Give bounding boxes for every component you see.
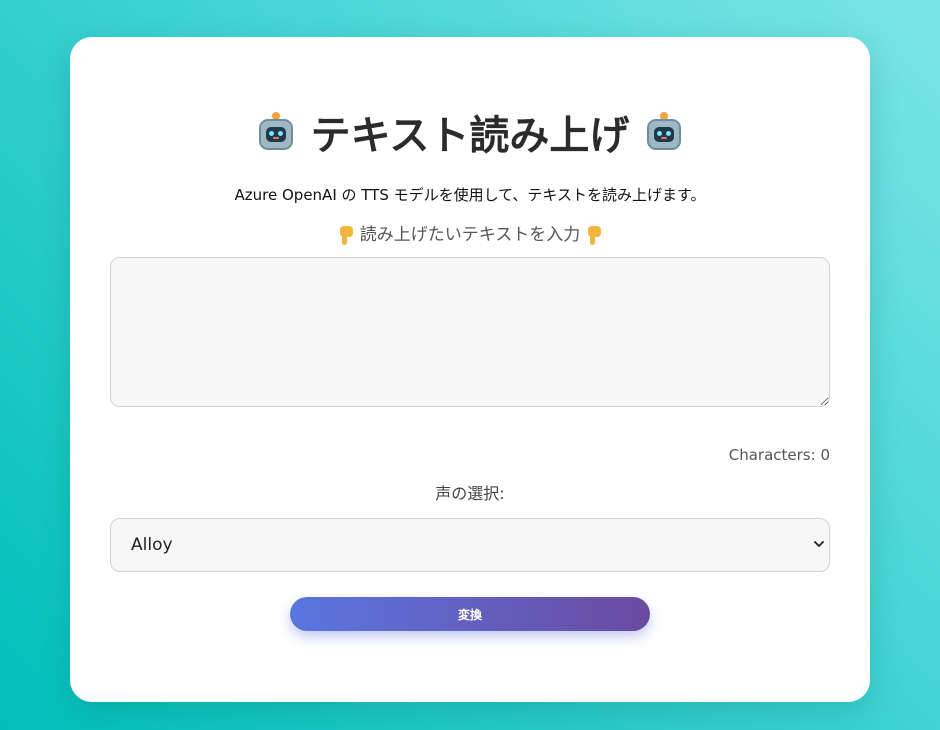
pointing-down-icon: [338, 225, 354, 245]
voice-select-wrapper: Alloy: [110, 518, 830, 572]
robot-icon: [645, 112, 683, 152]
main-card: テキスト読み上げ Azure OpenAI の TTS モデルを使用して、テキス…: [70, 37, 870, 702]
character-counter: Characters: 0: [728, 446, 830, 464]
description-text: Azure OpenAI の TTS モデルを使用して、テキストを読み上げます。: [234, 186, 706, 204]
page-title-row: テキスト読み上げ: [110, 107, 830, 159]
voice-select[interactable]: Alloy: [110, 518, 830, 572]
convert-button[interactable]: 変換: [290, 597, 650, 631]
input-prompt: 読み上げたいテキストを入力: [110, 223, 830, 247]
button-row: 変換: [110, 597, 830, 631]
input-prompt-label: 読み上げたいテキストを入力: [359, 225, 581, 245]
robot-icon: [257, 112, 295, 152]
text-input[interactable]: [110, 257, 830, 407]
page-title: テキスト読み上げ: [310, 113, 630, 159]
pointing-down-icon: [586, 225, 602, 245]
voice-select-label: 声の選択:: [435, 484, 505, 503]
